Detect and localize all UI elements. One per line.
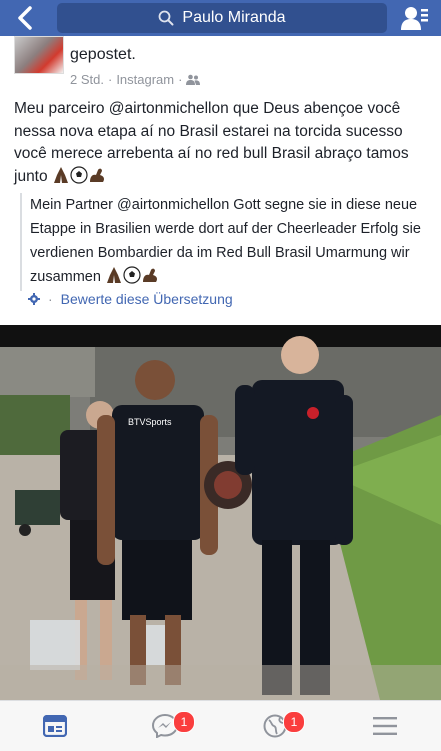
translation-block: Mein Partner @airtonmichellon Gott segne… xyxy=(20,193,440,291)
praying-hands-icon xyxy=(105,266,123,292)
search-query: Paulo Miranda xyxy=(182,9,286,26)
tab-menu[interactable] xyxy=(365,709,405,743)
search-bar[interactable]: Paulo Miranda xyxy=(57,3,387,33)
friend-requests-button[interactable] xyxy=(401,5,429,31)
soccer-ball-icon xyxy=(123,266,141,292)
news-feed-icon xyxy=(43,715,67,737)
avatar[interactable] xyxy=(14,36,64,74)
translation-text: Mein Partner @airtonmichellon Gott segne… xyxy=(30,197,421,285)
rate-translation-row: · Bewerte diese Übersetzung xyxy=(28,291,233,307)
praying-hands-icon xyxy=(52,166,70,192)
shirt-sponsor-text: BTVSports xyxy=(128,417,172,427)
post-photo[interactable]: BTVSports xyxy=(0,325,441,700)
gear-icon[interactable] xyxy=(28,293,40,305)
messages-badge: 1 xyxy=(173,711,195,733)
friends-audience-icon xyxy=(186,74,201,85)
flexed-biceps-icon xyxy=(141,266,159,292)
tab-messenger[interactable]: 1 xyxy=(145,709,195,743)
post-source[interactable]: Instagram xyxy=(116,72,174,87)
bottom-tab-bar: 1 1 xyxy=(0,700,441,751)
post-meta: 2 Std. · Instagram · xyxy=(70,72,201,87)
author-line: gepostet. xyxy=(70,46,136,63)
soccer-ball-icon xyxy=(70,165,88,192)
tab-news-feed[interactable] xyxy=(35,709,75,743)
back-button[interactable] xyxy=(12,4,38,32)
post-header: gepostet. 2 Std. · Instagram · xyxy=(0,36,441,96)
notifications-badge: 1 xyxy=(283,711,305,733)
tab-notifications[interactable]: 1 xyxy=(255,709,305,743)
add-friend-icon xyxy=(401,7,428,30)
top-navbar: Paulo Miranda xyxy=(0,0,441,36)
rate-translation-link[interactable]: Bewerte diese Übersetzung xyxy=(61,291,233,307)
search-icon xyxy=(159,10,174,26)
post-text: Meu parceiro @airtonmichellon que Deus a… xyxy=(14,98,429,191)
meta-separator: · xyxy=(107,72,113,87)
hamburger-menu-icon xyxy=(373,717,397,735)
post-time[interactable]: 2 Std. xyxy=(70,72,104,87)
photo-illustration: BTVSports xyxy=(0,325,441,700)
chevron-left-icon xyxy=(18,6,32,30)
flexed-biceps-icon xyxy=(88,166,106,192)
meta-separator: · xyxy=(178,72,183,87)
separator-dot: · xyxy=(48,291,53,307)
